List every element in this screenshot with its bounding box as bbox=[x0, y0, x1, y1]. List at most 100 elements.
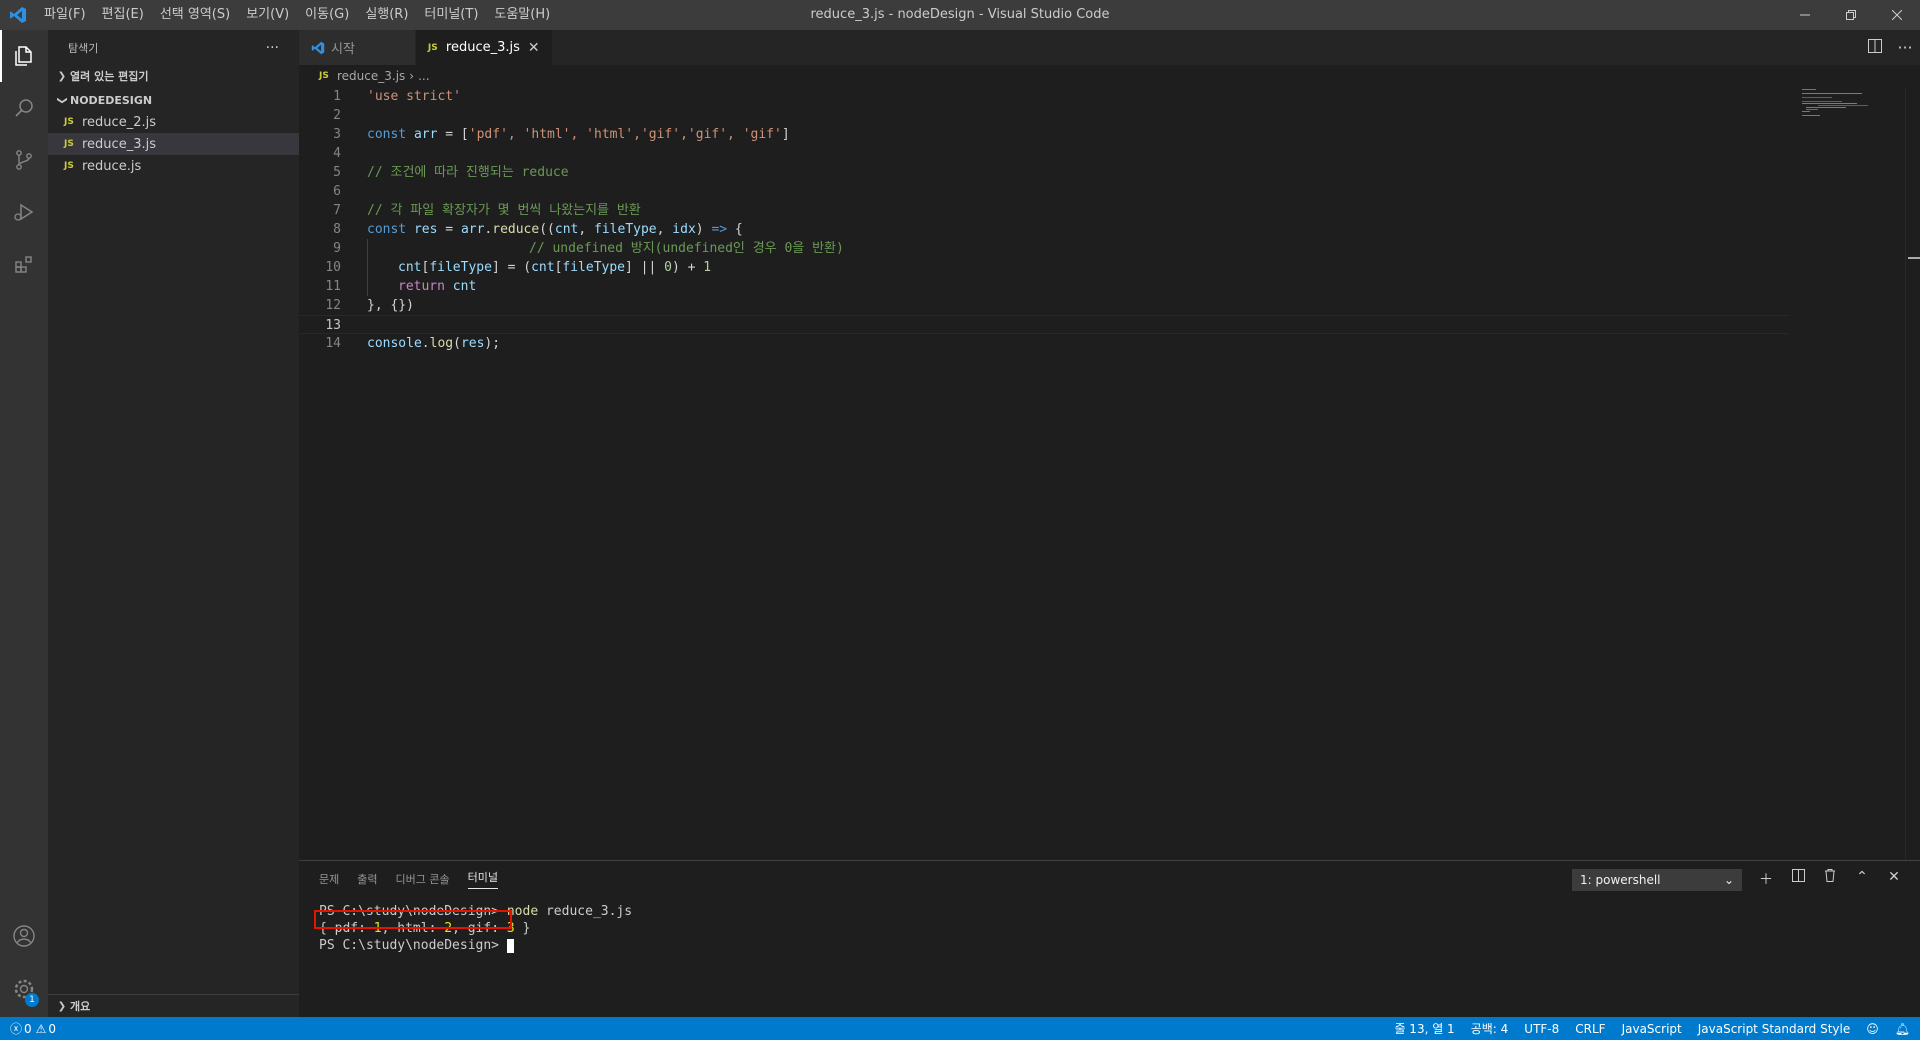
warning-icon: ⚠ bbox=[35, 1021, 47, 1036]
line-number: 3 bbox=[333, 127, 341, 142]
tab-label: 시작 bbox=[331, 42, 355, 57]
indentation[interactable]: 공백: 4 bbox=[1471, 1020, 1509, 1037]
close-tab-icon[interactable]: ✕ bbox=[528, 40, 540, 56]
error-count: 0 bbox=[24, 1021, 32, 1036]
menu-view[interactable]: 보기(V) bbox=[238, 0, 297, 30]
code-token: 'use strict' bbox=[367, 89, 461, 104]
source-control-icon[interactable] bbox=[0, 134, 48, 186]
extensions-icon[interactable] bbox=[0, 238, 48, 290]
code-token: res bbox=[413, 222, 438, 237]
chevron-up-icon[interactable]: ⌃ bbox=[1846, 869, 1878, 889]
editor-scrollbar[interactable] bbox=[1905, 87, 1920, 860]
menu-edit[interactable]: 편집(E) bbox=[94, 0, 152, 30]
code-line: 4 bbox=[299, 144, 1789, 163]
output-highlight-box bbox=[314, 910, 512, 929]
new-terminal-icon[interactable]: ＋ bbox=[1750, 869, 1782, 889]
tab-output[interactable]: 출력 bbox=[357, 871, 377, 887]
editor-tabs: 시작 JS reduce_3.js ✕ ··· bbox=[299, 30, 1920, 65]
close-panel-icon[interactable]: ✕ bbox=[1878, 869, 1910, 889]
terminal-line[interactable]: PS C:\study\nodeDesign> bbox=[319, 937, 514, 954]
line-number: 6 bbox=[333, 184, 341, 199]
more-actions-icon[interactable]: ··· bbox=[266, 40, 279, 56]
code-token: log bbox=[429, 336, 454, 351]
account-icon[interactable] bbox=[0, 910, 48, 962]
folder-label: NODEDESIGN bbox=[70, 93, 153, 107]
language-mode[interactable]: JavaScript bbox=[1622, 1022, 1682, 1036]
code-comment: // 각 파일 확장자가 몇 번씩 나왔는지를 반환 bbox=[367, 203, 641, 218]
terminal-select[interactable]: 1: powershell ⌄ bbox=[1572, 869, 1742, 891]
menu-help[interactable]: 도움말(H) bbox=[486, 0, 558, 30]
more-actions-icon[interactable]: ··· bbox=[1890, 38, 1920, 57]
run-debug-icon[interactable] bbox=[0, 186, 48, 238]
vscode-logo-icon bbox=[0, 0, 36, 30]
code-token: . bbox=[421, 336, 430, 351]
minimap[interactable] bbox=[1798, 87, 1908, 167]
line-number: 1 bbox=[333, 89, 341, 104]
line-number: 13 bbox=[325, 318, 341, 333]
code-editor[interactable]: 1 'use strict' 2 3 const arr = ['pdf', 'ht… bbox=[299, 87, 1920, 860]
outline-label: 개요 bbox=[70, 1000, 91, 1013]
split-terminal-icon[interactable] bbox=[1782, 869, 1814, 889]
breadcrumb-rest[interactable]: ... bbox=[418, 69, 429, 83]
code-token: const bbox=[367, 222, 407, 237]
status-bar: ⓧ 0 ⚠ 0 줄 13, 열 1 공백: 4 UTF-8 CRLF JavaS… bbox=[0, 1017, 1920, 1040]
menu-go[interactable]: 이동(G) bbox=[297, 0, 357, 30]
code-line: 5 // 조건에 따라 진행되는 reduce bbox=[299, 163, 1789, 182]
code-token: arr bbox=[460, 222, 485, 237]
file-item-reduce[interactable]: JS reduce.js bbox=[48, 155, 299, 177]
open-editors-label: 열려 있는 편집기 bbox=[70, 70, 149, 83]
feedback-icon[interactable]: ☺ bbox=[1866, 1022, 1879, 1036]
code-line: 12}, {}) bbox=[299, 296, 1789, 315]
close-icon[interactable] bbox=[1874, 0, 1920, 30]
search-icon[interactable] bbox=[0, 82, 48, 134]
encoding[interactable]: UTF-8 bbox=[1524, 1022, 1559, 1036]
menu-file[interactable]: 파일(F) bbox=[36, 0, 94, 30]
folder-section[interactable]: ❯ NODEDESIGN bbox=[48, 89, 299, 111]
file-item-reduce-3[interactable]: JS reduce_3.js bbox=[48, 133, 299, 155]
line-number: 12 bbox=[325, 298, 341, 313]
code-token: fileType bbox=[429, 260, 492, 275]
code-line: 7 // 각 파일 확장자가 몇 번씩 나왔는지를 반환 bbox=[299, 201, 1789, 220]
js-file-icon: JS bbox=[64, 117, 74, 127]
line-number: 4 bbox=[333, 146, 341, 161]
menu-terminal[interactable]: 터미널(T) bbox=[416, 0, 486, 30]
code-token: ] bbox=[781, 127, 790, 142]
tab-reduce-3[interactable]: JS reduce_3.js ✕ bbox=[415, 30, 553, 65]
code-token: cnt bbox=[554, 222, 579, 237]
end-of-line[interactable]: CRLF bbox=[1575, 1022, 1605, 1036]
open-editors-section[interactable]: ❯ 열려 있는 편집기 bbox=[48, 65, 299, 87]
trash-icon[interactable] bbox=[1814, 869, 1846, 889]
split-editor-icon[interactable] bbox=[1860, 38, 1890, 57]
line-number: 9 bbox=[333, 241, 341, 256]
tab-welcome[interactable]: 시작 bbox=[299, 30, 416, 65]
linter-status[interactable]: JavaScript Standard Style bbox=[1698, 1022, 1851, 1036]
file-item-reduce-2[interactable]: JS reduce_2.js bbox=[48, 111, 299, 133]
settings-gear-icon[interactable]: 1 bbox=[0, 963, 48, 1015]
editor-actions: ··· bbox=[1860, 30, 1920, 65]
cursor-position[interactable]: 줄 13, 열 1 bbox=[1394, 1020, 1454, 1037]
js-file-icon: JS bbox=[319, 71, 329, 81]
terminal-panel: 문제 출력 디버그 콘솔 터미널 1: powershell ⌄ ＋ ⌃ ✕ P… bbox=[299, 860, 1920, 1018]
code-token: { bbox=[727, 222, 743, 237]
chevron-right-icon: ❯ bbox=[57, 70, 67, 82]
code-comment: // 조건에 따라 진행되는 reduce bbox=[367, 165, 569, 180]
menu-selection[interactable]: 선택 영역(S) bbox=[152, 0, 238, 30]
line-number: 8 bbox=[333, 222, 341, 237]
menu-run[interactable]: 실행(R) bbox=[357, 0, 416, 30]
minimize-icon[interactable] bbox=[1782, 0, 1828, 30]
panel-actions: ＋ ⌃ ✕ bbox=[1750, 869, 1910, 889]
terminal-prompt: PS C:\study\nodeDesign> bbox=[319, 938, 507, 953]
js-file-icon: JS bbox=[64, 161, 74, 171]
notifications-bell-icon[interactable]: 🔔︎ bbox=[1895, 1022, 1910, 1036]
explorer-icon[interactable] bbox=[0, 30, 48, 82]
problems-status[interactable]: ⓧ 0 ⚠ 0 bbox=[10, 1020, 56, 1037]
tab-debug-console[interactable]: 디버그 콘솔 bbox=[396, 871, 450, 887]
breadcrumb-file[interactable]: reduce_3.js bbox=[337, 69, 405, 83]
tab-problems[interactable]: 문제 bbox=[319, 871, 339, 887]
activity-bar: 1 bbox=[0, 30, 48, 1017]
code-token: ) bbox=[695, 222, 712, 237]
outline-section[interactable]: ❯ 개요 bbox=[48, 994, 299, 1017]
restore-icon[interactable] bbox=[1828, 0, 1874, 30]
tab-terminal[interactable]: 터미널 bbox=[467, 869, 498, 889]
js-file-icon: JS bbox=[427, 42, 438, 53]
